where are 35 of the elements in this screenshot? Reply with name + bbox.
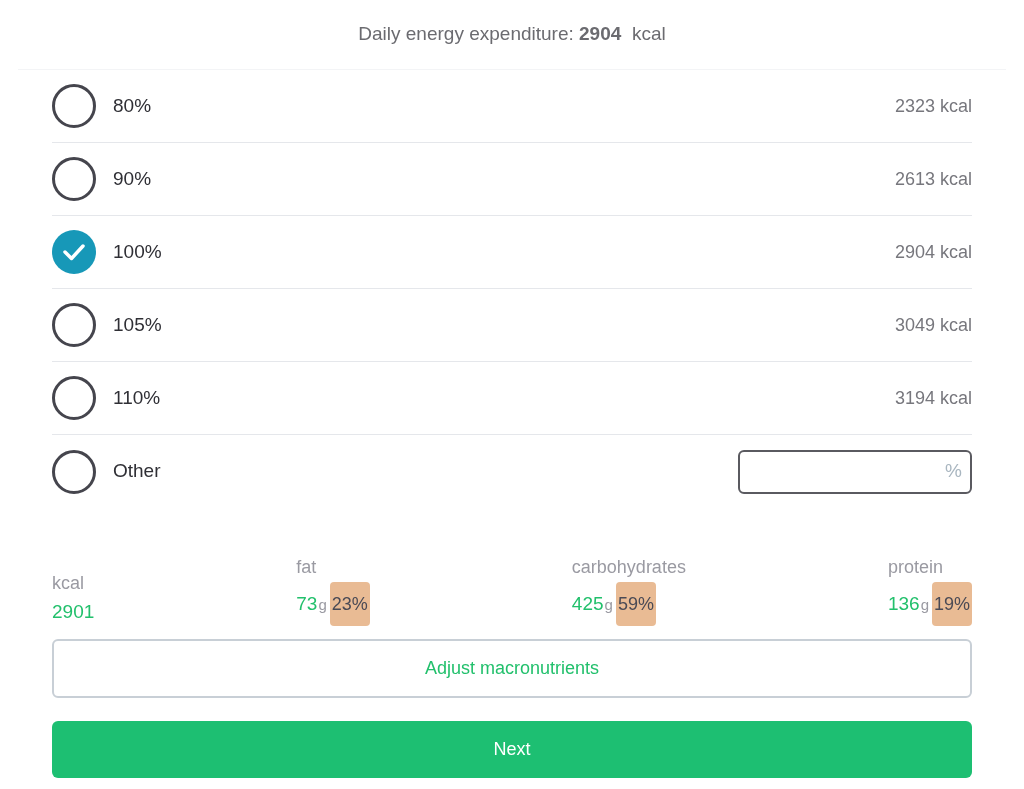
option-label: 80% — [113, 93, 152, 118]
unit-label: g — [920, 595, 929, 616]
checked-radio-icon[interactable] — [52, 230, 96, 274]
kcal-value: 2904 kcal — [894, 240, 972, 264]
kcal-value: 3194 kcal — [894, 386, 972, 410]
kcal-value: 2613 kcal — [894, 167, 972, 191]
macro-label: fat — [296, 556, 317, 579]
next-button[interactable]: Next — [52, 721, 972, 778]
macro-amount: 136 — [887, 591, 920, 616]
option-label: 90% — [113, 166, 152, 191]
percent-input-field[interactable]: % — [738, 449, 972, 494]
radio-button[interactable] — [52, 449, 96, 494]
macro-label: carbohydrates — [571, 556, 686, 579]
daily-energy-heading: Daily energy expenditure: 2904 kcal — [358, 22, 666, 47]
percent-badge: 19% — [931, 582, 972, 626]
unit-label: g — [318, 595, 327, 616]
kcal-value: 3049 kcal — [894, 313, 972, 337]
radio-button[interactable] — [52, 84, 96, 128]
option-label: Other — [113, 459, 161, 484]
macro-amount: 425 — [571, 591, 604, 616]
percent-badge: 59% — [615, 582, 656, 626]
option-label: 110% — [113, 385, 161, 410]
radio-button[interactable] — [52, 376, 96, 420]
option-label: 105% — [113, 312, 162, 337]
kcal-value: 2323 kcal — [894, 94, 972, 118]
adjust-macronutrients-button[interactable]: Adjust macronutrients — [52, 639, 972, 698]
percent-badge: 23% — [329, 582, 370, 626]
unit-label: g — [604, 595, 613, 616]
macro-amount: 2901 — [52, 599, 95, 624]
radio-button[interactable] — [52, 157, 96, 201]
macro-label: protein — [887, 556, 943, 579]
option-label: 100% — [113, 239, 162, 264]
radio-button[interactable] — [52, 303, 96, 347]
macro-label: kcal — [52, 571, 84, 595]
macro-amount: 73 — [296, 591, 318, 616]
